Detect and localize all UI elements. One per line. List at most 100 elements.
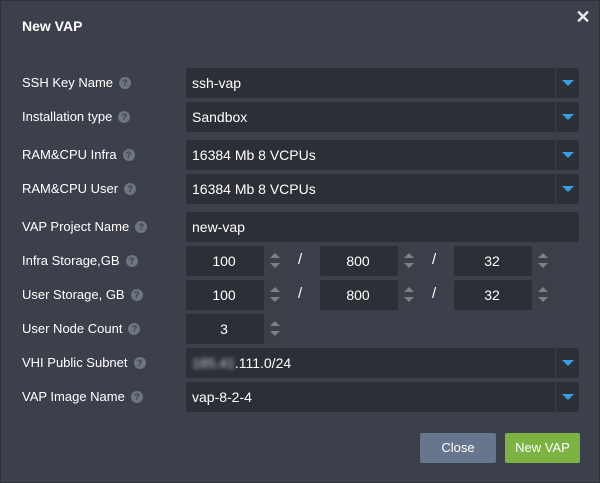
spinner-buttons[interactable] — [531, 246, 553, 276]
spinner-value: 800 — [346, 253, 370, 269]
help-icon[interactable]: ? — [128, 323, 141, 335]
spin-down-icon[interactable] — [270, 263, 280, 268]
chevron-down-icon — [562, 80, 574, 86]
spinner-buttons[interactable] — [263, 246, 285, 276]
spin-up-icon[interactable] — [270, 253, 280, 258]
infra-storage-label: Infra Storage,GB? — [22, 253, 138, 268]
user-storage-label: User Storage, GB? — [22, 287, 143, 302]
redacted-ip-prefix: 185.41 — [192, 355, 235, 371]
user-storage-row: User Storage, GB? 100 / 800 / 32 — [1, 280, 600, 310]
infra-storage-spinner-1[interactable]: 100 — [186, 246, 285, 276]
new-vap-dialog: New VAP ✕ SSH Key Name? ssh-vap Installa… — [0, 0, 600, 483]
spin-up-icon[interactable] — [538, 253, 548, 258]
spinner-value: 32 — [484, 287, 500, 303]
spin-up-icon[interactable] — [270, 321, 280, 326]
spin-down-icon[interactable] — [270, 331, 280, 336]
spin-up-icon[interactable] — [404, 253, 414, 258]
ram-cpu-infra-row: RAM&CPU Infra? 16384 Mb 8 VCPUs — [1, 140, 600, 170]
spin-down-icon[interactable] — [538, 263, 548, 268]
separator: / — [298, 251, 303, 268]
user-storage-spinner-3[interactable]: 32 — [454, 280, 553, 310]
chevron-down-icon — [562, 394, 574, 400]
user-node-count-label: User Node Count? — [22, 321, 141, 336]
user-storage-spinner-2[interactable]: 800 — [320, 280, 419, 310]
install-type-label: Installation type? — [22, 109, 131, 124]
dropdown-trigger[interactable] — [555, 68, 579, 98]
close-button[interactable]: Close — [420, 433, 496, 463]
image-name-row: VAP Image Name? vap-8-2-4 — [1, 382, 600, 412]
user-node-count-spinner[interactable]: 3 — [186, 314, 285, 344]
new-vap-button[interactable]: New VAP — [505, 433, 580, 463]
dropdown-trigger[interactable] — [555, 348, 579, 378]
image-name-select[interactable]: vap-8-2-4 — [186, 382, 579, 412]
chevron-down-icon — [562, 360, 574, 366]
help-icon[interactable]: ? — [133, 357, 146, 369]
dialog-title: New VAP — [22, 18, 83, 34]
help-icon[interactable]: ? — [118, 111, 131, 123]
help-icon[interactable]: ? — [135, 221, 148, 233]
separator: / — [298, 285, 303, 302]
chevron-down-icon — [562, 114, 574, 120]
ram-cpu-infra-select[interactable]: 16384 Mb 8 VCPUs — [186, 140, 579, 170]
dropdown-trigger[interactable] — [555, 174, 579, 204]
spin-down-icon[interactable] — [404, 263, 414, 268]
spinner-buttons[interactable] — [263, 314, 285, 344]
install-type-select[interactable]: Sandbox — [186, 102, 579, 132]
dropdown-trigger[interactable] — [555, 102, 579, 132]
infra-storage-row: Infra Storage,GB? 100 / 800 / 32 — [1, 246, 600, 276]
ram-cpu-user-select[interactable]: 16384 Mb 8 VCPUs — [186, 174, 579, 204]
chevron-down-icon — [562, 186, 574, 192]
ram-cpu-user-label: RAM&CPU User? — [22, 181, 137, 196]
image-name-value: vap-8-2-4 — [192, 389, 252, 405]
install-type-row: Installation type? Sandbox — [1, 102, 600, 132]
help-icon[interactable]: ? — [130, 391, 143, 403]
spin-up-icon[interactable] — [404, 287, 414, 292]
project-name-label: VAP Project Name? — [22, 219, 148, 234]
help-icon[interactable]: ? — [119, 77, 132, 89]
spin-down-icon[interactable] — [404, 297, 414, 302]
spinner-value: 100 — [212, 253, 236, 269]
ram-cpu-infra-value: 16384 Mb 8 VCPUs — [192, 147, 316, 163]
dropdown-trigger[interactable] — [555, 382, 579, 412]
infra-storage-spinner-2[interactable]: 800 — [320, 246, 419, 276]
vhi-subnet-value: 185.41.111.0/24 — [192, 355, 292, 371]
help-icon[interactable]: ? — [130, 289, 143, 301]
spinner-buttons[interactable] — [397, 280, 419, 310]
spinner-value: 800 — [346, 287, 370, 303]
project-name-value: new-vap — [192, 219, 245, 235]
spinner-value: 3 — [220, 321, 228, 337]
infra-storage-spinner-3[interactable]: 32 — [454, 246, 553, 276]
chevron-down-icon — [562, 152, 574, 158]
spinner-buttons[interactable] — [263, 280, 285, 310]
close-icon[interactable]: ✕ — [573, 7, 593, 27]
ram-cpu-infra-label: RAM&CPU Infra? — [22, 147, 135, 162]
spinner-value: 32 — [484, 253, 500, 269]
spin-down-icon[interactable] — [538, 297, 548, 302]
user-storage-spinner-1[interactable]: 100 — [186, 280, 285, 310]
ssh-key-value: ssh-vap — [192, 75, 242, 91]
image-name-label: VAP Image Name? — [22, 389, 143, 404]
spin-up-icon[interactable] — [270, 287, 280, 292]
dropdown-trigger[interactable] — [555, 140, 579, 170]
install-type-value: Sandbox — [192, 109, 248, 125]
help-icon[interactable]: ? — [122, 149, 135, 161]
ssh-key-label: SSH Key Name? — [22, 75, 132, 90]
ram-cpu-user-value: 16384 Mb 8 VCPUs — [192, 181, 316, 197]
vhi-subnet-row: VHI Public Subnet? 185.41.111.0/24 — [1, 348, 600, 378]
spin-down-icon[interactable] — [270, 297, 280, 302]
ssh-key-select[interactable]: ssh-vap — [186, 68, 579, 98]
help-icon[interactable]: ? — [124, 183, 137, 195]
ram-cpu-user-row: RAM&CPU User? 16384 Mb 8 VCPUs — [1, 174, 600, 204]
spin-up-icon[interactable] — [538, 287, 548, 292]
spinner-buttons[interactable] — [397, 246, 419, 276]
user-node-count-row: User Node Count? 3 — [1, 314, 600, 344]
ssh-key-row: SSH Key Name? ssh-vap — [1, 68, 600, 98]
spinner-value: 100 — [212, 287, 236, 303]
spinner-buttons[interactable] — [531, 280, 553, 310]
help-icon[interactable]: ? — [125, 255, 138, 267]
project-name-input[interactable]: new-vap — [186, 212, 579, 242]
separator: / — [432, 285, 437, 302]
vhi-subnet-select[interactable]: 185.41.111.0/24 — [186, 348, 579, 378]
project-name-row: VAP Project Name? new-vap — [1, 212, 600, 242]
vhi-subnet-label: VHI Public Subnet? — [22, 355, 146, 370]
